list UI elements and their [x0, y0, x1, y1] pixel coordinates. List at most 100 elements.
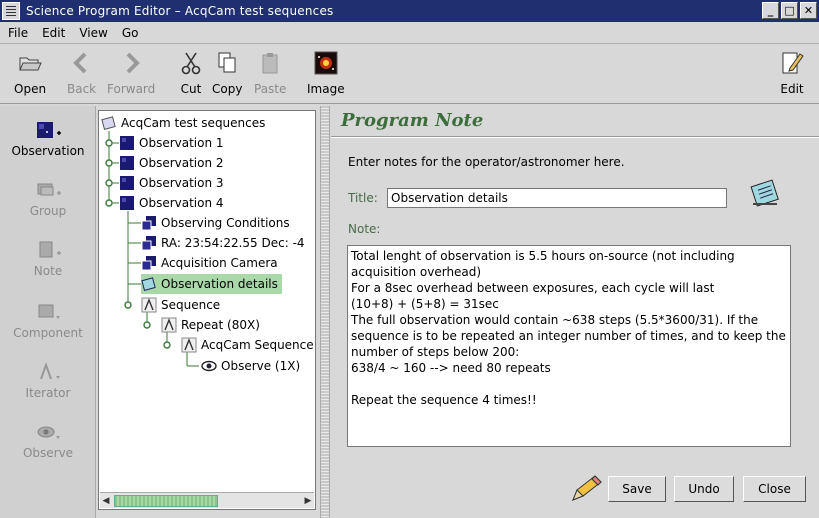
menu-go[interactable]: Go [116, 26, 145, 40]
tree-horizontal-scrollbar[interactable]: ◀ ▶ [100, 492, 314, 508]
image-button[interactable]: Image [307, 50, 345, 96]
eye-add-icon [33, 420, 63, 444]
window-menu-icon[interactable] [2, 2, 20, 20]
note-label: Note [33, 264, 63, 278]
tree-repeat[interactable]: Repeat (80X) [161, 315, 260, 335]
clipboard-icon [257, 50, 283, 76]
sequence-icon [141, 297, 157, 313]
add-observation-button[interactable]: Observation [0, 118, 96, 158]
arrow-right-icon [118, 50, 144, 76]
tree-target-label: RA: 23:54:22.55 Dec: -4 [161, 236, 305, 250]
tree-acqcam-sequence[interactable]: AcqCam Sequence [181, 335, 314, 355]
program-icon [101, 115, 117, 131]
menu-file[interactable]: File [2, 26, 34, 40]
tree-root[interactable]: AcqCam test sequences [101, 113, 265, 133]
open-label: Open [14, 82, 47, 96]
tree-observation-1[interactable]: Observation 1 [119, 133, 224, 153]
add-observe-button[interactable]: Observe [0, 420, 96, 460]
tree-observe[interactable]: Observe (1X) [201, 356, 300, 376]
add-component-button[interactable]: Component [0, 300, 96, 340]
pencil-icon [569, 474, 603, 507]
iterator-label: Iterator [25, 386, 71, 400]
observation-icon [119, 195, 135, 211]
editor-heading: Program Note [341, 110, 484, 131]
folder-icon [17, 50, 43, 76]
note-label: Note: [348, 222, 381, 236]
tree-target[interactable]: RA: 23:54:22.55 Dec: -4 [141, 233, 305, 253]
paste-button[interactable]: Paste [254, 50, 286, 96]
minimize-button[interactable]: _ [762, 2, 779, 19]
arrow-left-icon [69, 50, 95, 76]
add-note-button[interactable]: Note [0, 238, 96, 278]
menu-edit[interactable]: Edit [36, 26, 71, 40]
observation-add-icon [33, 118, 63, 142]
tree-observing-conditions-label: Observing Conditions [161, 216, 290, 230]
note-add-icon [33, 238, 63, 262]
tree-acqcam-sequence-label: AcqCam Sequence [201, 338, 314, 352]
pane-splitter[interactable] [320, 106, 330, 518]
tree-acquisition-camera-label: Acquisition Camera [161, 256, 278, 270]
note-editor: Program Note Enter notes for the operato… [331, 106, 819, 518]
edit-page-icon [779, 50, 805, 76]
observation-icon [119, 135, 135, 151]
component-label: Component [13, 326, 83, 340]
maximize-button[interactable]: □ [781, 2, 798, 19]
toolbar: Open Back Forward Cut Copy Paste Image E… [0, 44, 819, 104]
tree-observation-4-label: Observation 4 [139, 196, 224, 210]
scissors-icon [178, 50, 204, 76]
eye-icon [201, 358, 217, 374]
close-window-button[interactable]: ✕ [800, 2, 817, 19]
copy-label: Copy [212, 82, 243, 96]
add-group-button[interactable]: Group [0, 178, 96, 218]
forward-label: Forward [107, 82, 156, 96]
tree-observation-1-label: Observation 1 [139, 136, 224, 150]
iterator-icon [161, 317, 177, 333]
save-button[interactable]: Save [608, 476, 666, 502]
component-add-icon [33, 300, 63, 324]
add-iterator-button[interactable]: Iterator [0, 360, 96, 400]
observe-label: Observe [22, 446, 74, 460]
paste-label: Paste [254, 82, 287, 96]
tree-observation-details[interactable]: Observation details [141, 274, 282, 294]
cut-button[interactable]: Cut [178, 50, 204, 96]
node-palette: Observation Group Note Component Iterato… [0, 106, 96, 518]
back-button[interactable]: Back [67, 50, 96, 96]
open-button[interactable]: Open [14, 50, 46, 96]
scroll-right-icon[interactable]: ▶ [302, 494, 314, 508]
edit-label: Edit [780, 82, 804, 96]
forward-button[interactable]: Forward [107, 50, 155, 96]
tree-observation-3-label: Observation 3 [139, 176, 224, 190]
title-input[interactable]: Observation details [387, 188, 727, 208]
tree-observation-3[interactable]: Observation 3 [119, 173, 224, 193]
component-icon [141, 255, 157, 271]
window-titlebar: Science Program Editor – AcqCam test seq… [0, 0, 819, 22]
image-label: Image [307, 82, 345, 96]
tree-observing-conditions[interactable]: Observing Conditions [141, 213, 290, 233]
program-tree: AcqCam test sequences Observation 1 Obse… [98, 110, 316, 510]
note-textarea[interactable]: Total lenght of observation is 5.5 hours… [347, 245, 791, 447]
editor-intro: Enter notes for the operator/astronomer … [348, 155, 625, 169]
notepad-icon [749, 178, 783, 215]
menubar: File Edit View Go [0, 22, 819, 44]
tree-observation-2[interactable]: Observation 2 [119, 153, 224, 173]
copy-button[interactable]: Copy [212, 50, 242, 96]
undo-button[interactable]: Undo [674, 476, 734, 502]
tree-observation-4[interactable]: Observation 4 [119, 193, 224, 213]
observation-label: Observation [11, 144, 85, 158]
group-add-icon [33, 178, 63, 202]
scroll-left-icon[interactable]: ◀ [100, 494, 112, 508]
tree-root-label: AcqCam test sequences [121, 116, 266, 130]
edit-button[interactable]: Edit [779, 50, 805, 96]
tree-acquisition-camera[interactable]: Acquisition Camera [141, 253, 278, 273]
note-icon [141, 276, 157, 292]
menu-view[interactable]: View [73, 26, 113, 40]
tree-repeat-label: Repeat (80X) [181, 318, 260, 332]
component-icon [141, 215, 157, 231]
heading-divider [331, 136, 819, 138]
iterator-add-icon [33, 360, 63, 384]
close-button[interactable]: Close [743, 476, 806, 502]
tree-observe-label: Observe (1X) [221, 359, 301, 373]
scrollbar-thumb[interactable] [114, 495, 218, 507]
window-title: Science Program Editor – AcqCam test seq… [26, 4, 334, 18]
tree-sequence[interactable]: Sequence [141, 295, 220, 315]
